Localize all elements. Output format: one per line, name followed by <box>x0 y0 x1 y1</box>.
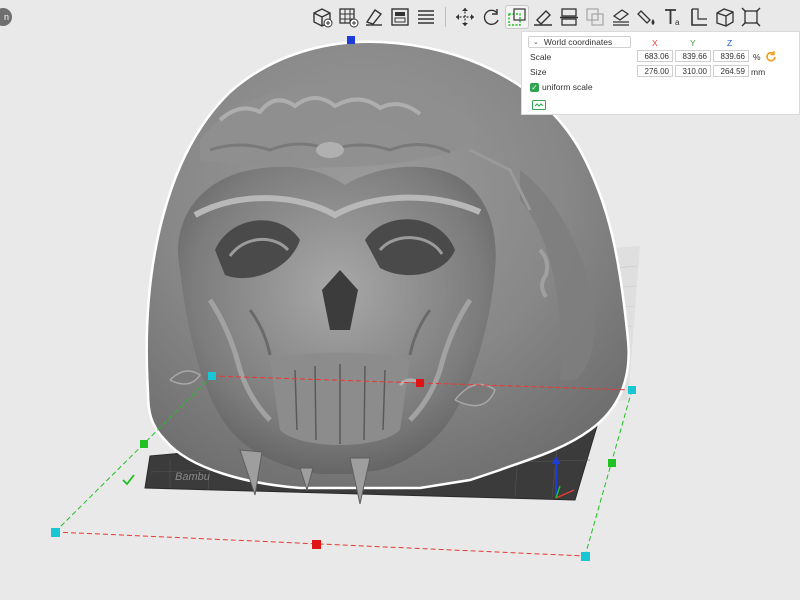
coordinate-mode-dropdown[interactable]: ⌄ World coordinates <box>528 36 631 48</box>
text-icon[interactable]: a <box>661 5 685 29</box>
axis-x-header: X <box>652 38 658 48</box>
lay-on-surface-icon[interactable] <box>531 5 555 29</box>
split-parts-icon[interactable] <box>414 5 438 29</box>
reset-scale-icon[interactable] <box>765 50 777 62</box>
size-y-input[interactable]: 310.00 <box>675 65 711 77</box>
bed-origin-mark <box>122 474 135 486</box>
scale-handle-corner-back-left[interactable] <box>208 372 216 380</box>
scale-panel: ⌄ World coordinates X Y Z Scale 683.06 8… <box>521 31 800 115</box>
coordinate-mode-value: World coordinates <box>543 37 613 47</box>
scale-handle-y-left[interactable] <box>140 440 148 448</box>
cut-icon[interactable] <box>557 5 581 29</box>
measure-icon[interactable] <box>687 5 711 29</box>
scale-handle-x-back[interactable] <box>416 379 424 387</box>
rotate-icon[interactable] <box>479 5 503 29</box>
bed-logo: Bambu <box>175 471 210 483</box>
scale-icon[interactable] <box>505 5 529 29</box>
lay-on-face-icon[interactable] <box>388 5 412 29</box>
uniform-scale-row[interactable]: ✓ uniform scale <box>530 82 593 92</box>
fit-view-icon[interactable] <box>739 5 763 29</box>
svg-text:a: a <box>675 18 680 27</box>
uniform-scale-label: uniform scale <box>542 82 593 92</box>
scale-handle-corner-front-left[interactable] <box>51 528 60 537</box>
scale-y-input[interactable]: 839.66 <box>675 50 711 62</box>
size-row-label: Size <box>530 67 547 77</box>
move-icon[interactable] <box>453 5 477 29</box>
boolean-icon[interactable] <box>583 5 607 29</box>
scale-handle-z[interactable] <box>347 36 355 44</box>
scale-row-label: Scale <box>530 52 552 62</box>
scale-handle-corner-front-right[interactable] <box>581 552 590 561</box>
scale-handle-x-front[interactable] <box>312 540 321 549</box>
axis-z-header: Z <box>727 38 733 48</box>
add-object-icon[interactable] <box>310 5 334 29</box>
chevron-down-icon: ⌄ <box>533 39 539 46</box>
arrange-grid-icon[interactable] <box>336 5 360 29</box>
scale-z-input[interactable]: 839.66 <box>713 50 749 62</box>
size-x-input[interactable]: 276.00 <box>637 65 673 77</box>
top-toolbar: a <box>310 2 800 32</box>
size-z-input[interactable]: 264.59 <box>713 65 749 77</box>
orient-icon[interactable] <box>362 5 386 29</box>
assembly-icon[interactable] <box>713 5 737 29</box>
scale-x-input[interactable]: 683.06 <box>637 50 673 62</box>
size-unit: mm <box>751 67 766 77</box>
drop-to-bed-icon[interactable] <box>532 100 546 110</box>
uniform-scale-checkbox[interactable]: ✓ <box>530 82 539 92</box>
scale-handle-corner-back-right[interactable] <box>628 386 636 394</box>
scale-handle-y-right[interactable] <box>608 459 616 467</box>
color-paint-icon[interactable] <box>635 5 659 29</box>
support-paint-icon[interactable] <box>609 5 633 29</box>
scale-unit: % <box>753 52 761 62</box>
axis-y-header: Y <box>690 38 696 48</box>
toolbar-separator <box>445 7 446 27</box>
